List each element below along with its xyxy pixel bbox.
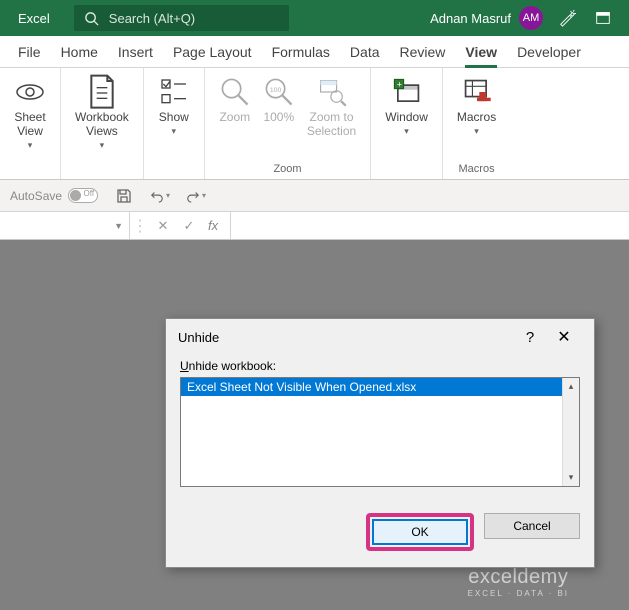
chevron-down-icon: ▾ [404, 126, 409, 137]
chevron-down-icon: ▾ [202, 191, 206, 200]
name-box[interactable]: ▼ [0, 212, 130, 239]
tab-data[interactable]: Data [340, 36, 390, 68]
chevron-down-icon: ▼ [114, 221, 123, 231]
eye-icon [14, 76, 46, 108]
quick-access-toolbar: AutoSave ▾ ▾ [0, 180, 629, 212]
formula-bar: ▼ ⋮ ✕ ✓ fx [0, 212, 629, 240]
zoom-100-button[interactable]: 100 100% [257, 72, 301, 124]
search-box[interactable]: Search (Alt+Q) [74, 5, 289, 31]
group-workbook-views: Workbook Views ▾ [61, 68, 144, 179]
list-item[interactable]: Excel Sheet Not Visible When Opened.xlsx [181, 378, 562, 396]
cancel-formula-button[interactable]: ✕ [150, 218, 176, 234]
macros-icon [461, 76, 493, 108]
group-zoom: Zoom 100 100% Zoom to Selection Zoom [205, 68, 371, 179]
page-icon [86, 76, 118, 108]
chevron-down-icon: ▾ [100, 140, 105, 151]
tab-review[interactable]: Review [390, 36, 456, 68]
dialog-buttons: OK Cancel [166, 487, 594, 551]
zoom-button[interactable]: Zoom [213, 72, 257, 124]
group-sheet-view: Sheet View ▾ [0, 68, 61, 179]
toggle-off-icon [68, 188, 98, 203]
chevron-down-icon: ▾ [474, 126, 479, 137]
show-button[interactable]: Show ▾ [152, 72, 196, 137]
tab-view[interactable]: View [455, 36, 507, 68]
tab-home[interactable]: Home [51, 36, 108, 68]
user-name[interactable]: Adnan Masruf [430, 11, 519, 26]
tab-page-layout[interactable]: Page Layout [163, 36, 262, 68]
workbook-views-button[interactable]: Workbook Views ▾ [69, 72, 135, 151]
chevron-down-icon: ▾ [28, 140, 33, 151]
dialog-title: Unhide [178, 330, 219, 345]
group-window: + Window ▾ [371, 68, 443, 179]
group-show: Show ▾ [144, 68, 205, 179]
scrollbar[interactable]: ▴ ▾ [562, 378, 579, 486]
close-button[interactable]: ✕ [546, 327, 582, 347]
title-bar: Excel Search (Alt+Q) Adnan Masruf AM [0, 0, 629, 36]
chevron-down-icon: ▾ [166, 191, 170, 200]
ribbon-display-icon[interactable] [593, 8, 613, 28]
enter-formula-button[interactable]: ✓ [176, 218, 202, 234]
magnifier-icon [219, 76, 251, 108]
search-placeholder: Search (Alt+Q) [109, 11, 195, 26]
save-button[interactable] [114, 186, 134, 206]
fx-label[interactable]: fx [202, 218, 224, 233]
group-label-macros: Macros [443, 163, 510, 175]
zoom-selection-icon [316, 76, 348, 108]
app-name: Excel [0, 11, 68, 26]
ribbon: Sheet View ▾ Workbook Views ▾ Show ▾ [0, 68, 629, 180]
dialog-body: Unhide workbook: Excel Sheet Not Visible… [166, 355, 594, 487]
zoom-selection-button[interactable]: Zoom to Selection [301, 72, 362, 138]
scroll-up-icon[interactable]: ▴ [563, 378, 579, 395]
dialog-titlebar[interactable]: Unhide ? ✕ [166, 319, 594, 355]
svg-text:100: 100 [270, 87, 282, 94]
search-icon [84, 11, 99, 26]
inking-icon[interactable] [557, 8, 577, 28]
formula-input[interactable] [230, 212, 629, 239]
ok-button[interactable]: OK [372, 519, 468, 545]
checklist-icon [158, 76, 190, 108]
group-label-zoom: Zoom [205, 163, 370, 175]
autosave-toggle[interactable]: AutoSave [10, 188, 98, 203]
window-button[interactable]: + Window ▾ [379, 72, 434, 137]
redo-button[interactable]: ▾ [186, 186, 206, 206]
scroll-down-icon[interactable]: ▾ [563, 469, 579, 486]
chevron-down-icon: ▾ [172, 126, 177, 137]
ok-highlight: OK [366, 513, 474, 551]
macros-button[interactable]: Macros ▾ [451, 72, 502, 137]
window-icon: + [391, 76, 423, 108]
zoom-100-icon: 100 [263, 76, 295, 108]
separator: ⋮ [130, 216, 150, 236]
svg-text:+: + [396, 79, 401, 89]
tab-insert[interactable]: Insert [108, 36, 163, 68]
unhide-dialog: Unhide ? ✕ Unhide workbook: Excel Sheet … [165, 318, 595, 568]
workbook-listbox[interactable]: Excel Sheet Not Visible When Opened.xlsx… [180, 377, 580, 487]
unhide-label: Unhide workbook: [180, 359, 580, 373]
avatar[interactable]: AM [519, 6, 543, 30]
tab-formulas[interactable]: Formulas [262, 36, 340, 68]
ribbon-tabs: File Home Insert Page Layout Formulas Da… [0, 36, 629, 68]
sheet-view-button[interactable]: Sheet View ▾ [8, 72, 52, 151]
tab-file[interactable]: File [8, 36, 51, 68]
group-macros: Macros ▾ Macros [443, 68, 510, 179]
undo-button[interactable]: ▾ [150, 186, 170, 206]
cancel-button[interactable]: Cancel [484, 513, 580, 539]
tab-developer[interactable]: Developer [507, 36, 591, 68]
help-button[interactable]: ? [514, 329, 546, 346]
